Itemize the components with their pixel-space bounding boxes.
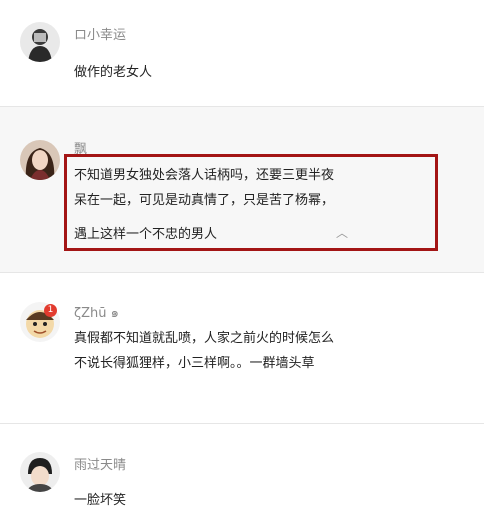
comment-line: 不说长得狐狸样，小三样啊。。一群墙头草 bbox=[74, 356, 315, 371]
highlight-box bbox=[64, 154, 438, 251]
username[interactable]: ζZhū ๑ bbox=[74, 302, 119, 323]
username[interactable]: ロ小幸运 bbox=[74, 24, 126, 43]
comment-line: 做作的老女人 bbox=[74, 65, 153, 80]
avatar[interactable] bbox=[20, 22, 60, 62]
comment-text: 真假都不知道就乱喷，人家之前火的时候怎么 不说长得狐狸样，小三样啊。。一群墙头草 bbox=[74, 326, 334, 376]
avatar[interactable] bbox=[20, 140, 60, 180]
comment-item: ζZhū ๑ 真假都不知道就乱喷，人家之前火的时候怎么 不说长得狐狸样，小三样啊… bbox=[0, 273, 484, 423]
comment-item: 雨过天晴 一脸坏笑 bbox=[0, 424, 484, 513]
chevron-up-icon[interactable]: ︿ bbox=[336, 224, 348, 241]
comment-text: 做作的老女人 bbox=[74, 60, 152, 85]
comment-line: 一脸坏笑 bbox=[74, 493, 127, 508]
comment-text: 一脸坏笑 bbox=[74, 488, 126, 513]
comment-item: ロ小幸运 做作的老女人 bbox=[0, 0, 484, 106]
comment-line: 真假都不知道就乱喷，人家之前火的时候怎么 bbox=[74, 331, 335, 346]
notification-badge: 1 bbox=[44, 304, 57, 317]
username[interactable]: 雨过天晴 bbox=[74, 454, 126, 473]
avatar[interactable] bbox=[20, 452, 60, 492]
